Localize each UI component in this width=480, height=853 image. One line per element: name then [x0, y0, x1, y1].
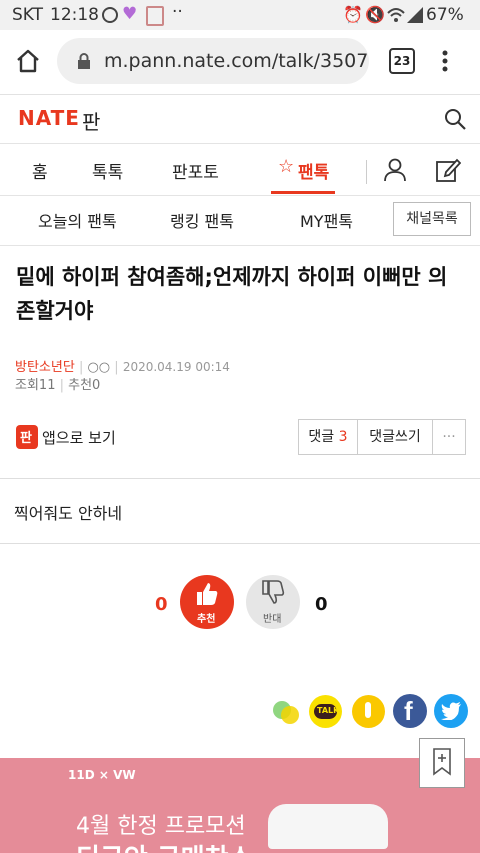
nate-logo[interactable]: NATE: [18, 106, 80, 130]
lock-icon: [78, 53, 90, 69]
app-view-link[interactable]: 앱으로 보기: [42, 427, 116, 448]
calendar-icon: [146, 6, 164, 26]
post-body: 찍어줘도 안하네: [14, 504, 123, 523]
car-image: [268, 804, 388, 849]
author-name: ○○: [87, 360, 111, 375]
twitter-bird: [441, 702, 461, 720]
chat-bubble-icon[interactable]: [271, 697, 301, 727]
signal-icon: [407, 7, 423, 23]
meta-separator: |: [59, 378, 69, 393]
channel-list-button[interactable]: 채널목록: [393, 202, 471, 236]
twitter-icon[interactable]: [434, 694, 468, 728]
ad-headline: 4월 한정 프로모션: [76, 814, 246, 839]
sub-nav: 오늘의 팬톡 랭킹 팬톡 MY팬톡 채널목록: [0, 195, 480, 246]
kakaotalk-text: TALK: [317, 706, 340, 715]
battery-percent: 67%: [426, 5, 464, 25]
facebook-glyph: f: [404, 696, 413, 726]
kakaostory-icon[interactable]: [352, 695, 385, 728]
mute-icon: 🔇: [365, 5, 385, 24]
upvote-label: 추천: [197, 614, 216, 625]
post-datetime: 2020.04.19 00:14: [122, 360, 230, 374]
more-notifications-icon: ··: [172, 2, 183, 22]
facebook-icon[interactable]: f: [393, 694, 427, 728]
star-icon: ☆: [278, 156, 295, 177]
content-divider: [0, 543, 480, 544]
channel-name[interactable]: 방탄소년단: [15, 360, 75, 375]
app-icon-glyph: 판: [20, 431, 32, 446]
active-tab-indicator: [271, 191, 335, 194]
comment-count: 3: [338, 429, 348, 445]
pann-logo[interactable]: 판: [82, 106, 100, 135]
address-bar[interactable]: m.pann.nate.com/talk/350754: [57, 38, 369, 84]
more-button[interactable]: ···: [433, 420, 465, 454]
clock: 12:18: [50, 5, 99, 25]
ad-subheadline: 티구안 구매찬스: [76, 838, 253, 853]
upvote-count: 0: [155, 594, 168, 615]
main-nav: 홈 톡톡 판포토 ☆ 팬톡: [0, 143, 480, 196]
user-icon[interactable]: [383, 158, 407, 182]
content-divider: [0, 478, 480, 479]
thumbs-up-icon: [197, 583, 218, 605]
nav-divider: [366, 160, 367, 184]
heart-icon: ♥: [122, 4, 138, 24]
meta-separator: |: [114, 360, 123, 375]
thumbs-down-icon: [262, 580, 285, 604]
downvote-count: 0: [315, 594, 328, 615]
ad-banner[interactable]: 11D × VW 4월 한정 프로모션 티구안 구매찬스: [0, 758, 480, 853]
url-text: m.pann.nate.com/talk/350754: [104, 50, 369, 72]
overflow-menu-icon[interactable]: [441, 49, 449, 73]
post-title: 밑에 하이퍼 참여좀해;언제까지 하이퍼 이뻐만 의존할거야: [16, 265, 448, 323]
tab-switcher-button[interactable]: 23: [389, 48, 415, 74]
subnav-my[interactable]: MY팬톡: [300, 208, 353, 232]
downvote-button[interactable]: 반대: [246, 575, 300, 629]
comments-label: 댓글: [308, 429, 335, 445]
carrier-label: SKT: [12, 5, 44, 25]
subnav-today[interactable]: 오늘의 팬톡: [38, 208, 117, 232]
view-count: 조회11: [15, 378, 56, 393]
kakaostory-glyph: [365, 702, 371, 718]
bookmark-button[interactable]: [419, 738, 465, 788]
bookmark-icon: [433, 748, 451, 776]
home-icon[interactable]: [16, 49, 40, 73]
nav-home[interactable]: 홈: [32, 158, 48, 183]
wifi-icon: [387, 8, 405, 22]
search-icon[interactable]: [444, 108, 466, 130]
comments-button[interactable]: 댓글 3: [299, 420, 358, 454]
upvote-button[interactable]: 추천: [180, 575, 234, 629]
post-meta: 방탄소년단 | ○○ | 2020.04.19 00:14: [15, 356, 230, 375]
ad-brand: 11D × VW: [68, 768, 136, 782]
nav-pantalk[interactable]: 팬톡: [298, 158, 329, 183]
status-bar: SKT 12:18 ♥ ·· ⏰ 🔇 67%: [0, 0, 480, 30]
write-comment-button[interactable]: 댓글쓰기: [358, 420, 433, 454]
kakaotalk-icon[interactable]: TALK: [309, 695, 342, 728]
write-icon[interactable]: [435, 157, 461, 183]
comment-actions: 댓글 3 댓글쓰기 ···: [298, 419, 466, 455]
chat-bubble-yellow: [281, 706, 299, 724]
notification-icon: [102, 7, 118, 23]
post-stats: 조회11 | 추천0: [15, 374, 100, 393]
nav-toktok[interactable]: 톡톡: [92, 158, 123, 183]
app-icon[interactable]: 판: [16, 425, 38, 449]
recommend-count: 추천0: [68, 378, 101, 393]
subnav-ranking[interactable]: 랭킹 팬톡: [170, 208, 234, 232]
nav-panphoto[interactable]: 판포토: [172, 158, 219, 183]
downvote-label: 반대: [263, 614, 282, 625]
browser-toolbar: m.pann.nate.com/talk/350754 23: [0, 30, 480, 95]
alarm-icon: ⏰: [343, 5, 363, 24]
